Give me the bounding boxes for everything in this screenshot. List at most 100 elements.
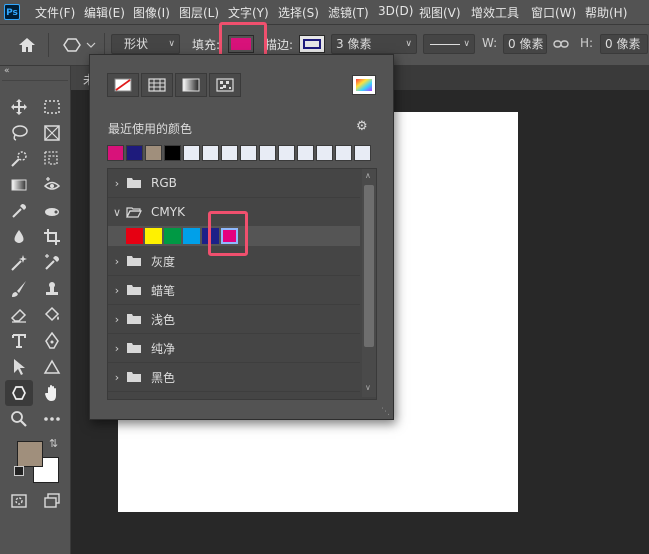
more-tools-button[interactable] <box>40 408 64 430</box>
swatch-group-row[interactable]: › 浅色 <box>108 305 360 334</box>
menu-layer[interactable]: 图层(L) <box>179 4 219 21</box>
pen-tool[interactable] <box>40 330 64 352</box>
path-selection-tool[interactable] <box>7 356 31 378</box>
height-value: 0 像素 <box>605 37 641 51</box>
no-color-button[interactable] <box>107 73 139 97</box>
chevron-right-icon[interactable]: › <box>108 342 126 355</box>
settings-gear-button[interactable]: ⚙ <box>356 119 368 134</box>
blur-tool[interactable] <box>7 226 31 248</box>
scrollbar[interactable]: ∧ ∨ <box>362 169 376 397</box>
cmyk-color-swatch[interactable] <box>126 228 143 244</box>
scroll-down-icon[interactable]: ∨ <box>365 383 371 392</box>
swatch-group-label: 灰度 <box>151 254 176 269</box>
lasso-tool[interactable] <box>7 122 31 144</box>
recent-color-swatch[interactable] <box>297 145 314 161</box>
eye-tool[interactable] <box>40 174 64 196</box>
cmyk-color-swatch[interactable] <box>183 228 200 244</box>
color-sampler-tool[interactable] <box>40 252 64 274</box>
menu-plugins[interactable]: 增效工具 <box>471 4 519 21</box>
menu-select[interactable]: 选择(S) <box>278 4 319 21</box>
solid-color-button[interactable] <box>141 73 173 97</box>
type-tool[interactable] <box>7 330 31 352</box>
width-label: W: <box>482 36 498 50</box>
width-field[interactable]: 0 像素 <box>503 34 547 54</box>
quick-mask-button[interactable] <box>7 490 31 512</box>
home-button[interactable] <box>16 35 38 55</box>
swatch-group-row[interactable]: › RGB <box>108 169 360 198</box>
frame-tool[interactable] <box>40 122 64 144</box>
move-tool[interactable] <box>7 96 31 118</box>
menu-image[interactable]: 图像(I) <box>133 4 170 21</box>
recent-color-swatch[interactable] <box>107 145 124 161</box>
chevron-right-icon[interactable]: › <box>108 177 126 190</box>
scroll-up-icon[interactable]: ∧ <box>365 171 371 180</box>
swatch-group-row[interactable]: › 纯净 <box>108 334 360 363</box>
default-colors-icon[interactable] <box>14 466 24 476</box>
zoom-tool[interactable] <box>7 408 31 430</box>
link-dimensions-button[interactable] <box>553 36 569 52</box>
recent-color-swatch[interactable] <box>335 145 352 161</box>
recent-color-swatch[interactable] <box>259 145 276 161</box>
menu-edit[interactable]: 编辑(E) <box>84 4 125 21</box>
menu-window[interactable]: 窗口(W) <box>531 4 576 21</box>
menu-view[interactable]: 视图(V) <box>419 4 461 21</box>
paint-bucket-tool[interactable] <box>40 304 64 326</box>
eraser-tool[interactable] <box>7 304 31 326</box>
smudge-tool[interactable] <box>40 200 64 222</box>
recent-color-swatch[interactable] <box>183 145 200 161</box>
collapse-panel-icon[interactable]: « <box>4 66 10 76</box>
swatch-group-row[interactable]: › 黑色 <box>108 363 360 392</box>
recent-color-swatch[interactable] <box>278 145 295 161</box>
crop-tool[interactable] <box>40 226 64 248</box>
recent-color-swatch[interactable] <box>240 145 257 161</box>
polygon-tool[interactable] <box>5 380 33 406</box>
brush-tool[interactable] <box>7 278 31 300</box>
chevron-right-icon[interactable]: › <box>108 255 126 268</box>
magic-wand-tool[interactable] <box>7 252 31 274</box>
tool-preset-picker[interactable] <box>58 35 100 55</box>
triangle-tool[interactable] <box>40 356 64 378</box>
chevron-down-icon[interactable]: ∨ <box>108 206 126 219</box>
chevron-right-icon[interactable]: › <box>108 371 126 384</box>
pattern-button[interactable] <box>209 73 241 97</box>
tool-mode-select[interactable]: 形状 ∨ <box>111 34 180 54</box>
menu-3d[interactable]: 3D(D) <box>378 4 413 18</box>
recent-color-swatch[interactable] <box>145 145 162 161</box>
stroke-color-swatch[interactable] <box>299 35 325 53</box>
recent-color-swatch[interactable] <box>316 145 333 161</box>
quick-selection-tool[interactable] <box>7 148 31 170</box>
resize-grip-icon[interactable]: ⋱ <box>381 407 390 417</box>
scrollbar-thumb[interactable] <box>364 185 374 347</box>
menu-file[interactable]: 文件(F) <box>35 4 75 21</box>
eyedropper-tool[interactable] <box>7 200 31 222</box>
chevron-right-icon[interactable]: › <box>108 284 126 297</box>
swatch-group-row[interactable]: › 蜡笔 <box>108 276 360 305</box>
hand-tool[interactable] <box>40 382 64 404</box>
stamp-tool[interactable] <box>40 278 64 300</box>
height-field[interactable]: 0 像素 <box>600 34 648 54</box>
menu-help[interactable]: 帮助(H) <box>585 4 627 21</box>
recent-color-swatch[interactable] <box>202 145 219 161</box>
cmyk-color-swatch[interactable] <box>145 228 162 244</box>
recent-color-swatch[interactable] <box>221 145 238 161</box>
chevron-right-icon[interactable]: › <box>108 313 126 326</box>
cmyk-color-swatch[interactable] <box>164 228 181 244</box>
swap-colors-icon[interactable]: ⇅ <box>49 437 58 450</box>
recent-color-swatch[interactable] <box>354 145 371 161</box>
chevron-right-icon[interactable]: › <box>108 400 126 401</box>
stroke-type-select[interactable]: ∨ <box>423 34 475 54</box>
marquee-tool[interactable] <box>40 96 64 118</box>
menu-filter[interactable]: 滤镜(T) <box>328 4 369 21</box>
swatch-group-row[interactable]: › 较暗 <box>108 392 360 401</box>
menu-type[interactable]: 文字(Y) <box>228 4 269 21</box>
color-picker-button[interactable] <box>352 75 376 95</box>
stroke-width-field[interactable]: 3 像素 ∨ <box>331 34 417 54</box>
screen-mode-button[interactable] <box>40 490 64 512</box>
recent-color-swatch[interactable] <box>164 145 181 161</box>
gradient-tool[interactable] <box>7 174 31 196</box>
foreground-color-swatch[interactable] <box>17 441 43 467</box>
crop-select-tool[interactable] <box>40 148 64 170</box>
gradient-button[interactable] <box>175 73 207 97</box>
app-logo[interactable]: Ps <box>4 4 20 20</box>
recent-color-swatch[interactable] <box>126 145 143 161</box>
